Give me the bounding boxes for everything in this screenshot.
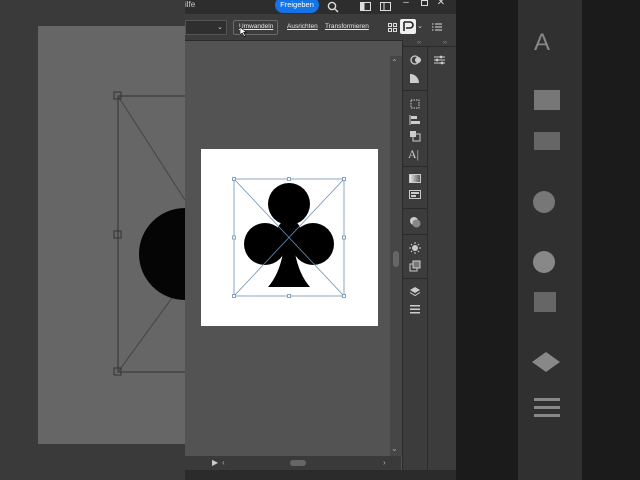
hscroll-thumb[interactable] [290,460,306,466]
artwork-svg [201,149,378,326]
blurred-right-backdrop: A [456,0,640,480]
chevron-down-icon[interactable]: ⌄ [417,22,423,32]
image-trace-icon[interactable] [409,190,421,200]
panel-toggle-icon[interactable] [380,2,391,11]
blurred-panel-right: A [518,0,582,480]
asset-export-icon[interactable] [409,260,421,272]
cursor-pointer-icon [240,27,248,37]
appearance-icon[interactable] [409,54,423,66]
stack-icon[interactable] [409,304,421,314]
scroll-left-icon[interactable]: ‹ [222,458,225,468]
brightness-icon[interactable] [409,242,421,254]
style-dropdown[interactable]: ⌄ [185,20,227,35]
list-menu-icon[interactable] [432,23,442,31]
share-button[interactable]: Freigeben [275,0,319,13]
scroll-down-icon[interactable]: ⌄ [391,444,398,454]
gradient-icon[interactable] [409,174,421,184]
scroll-thumb[interactable] [393,251,399,267]
transform-button[interactable]: Transformieren [325,23,369,30]
document-canvas[interactable] [185,56,401,456]
paragraph-icon [403,21,414,31]
align-icon[interactable] [409,114,421,126]
illustrator-window: ilfe Freigeben – ✕ ⌄ Umwandeln Ausrichte… [185,0,456,480]
svg-text:A: A [534,29,550,56]
minimize-icon[interactable]: – [401,0,411,8]
pathfinder-icon[interactable] [409,130,421,142]
properties-icon[interactable] [433,54,447,66]
transform-icon[interactable] [409,98,421,110]
panel-divider [427,47,428,470]
isolate-icon[interactable] [388,23,397,32]
vertical-scrollbar[interactable]: ⌃ ⌄ [390,56,402,456]
blurred-left-backdrop [0,0,231,480]
horizontal-scrollbar[interactable]: ▶ ‹ › [185,456,401,470]
color-guide-icon[interactable] [409,72,421,84]
workspace-icon[interactable] [360,2,371,11]
close-icon[interactable]: ✕ [436,0,446,8]
align-button[interactable]: Ausrichten [287,23,318,30]
chevron-down-icon: ⌄ [217,24,223,31]
play-icon[interactable]: ▶ [212,458,218,468]
scroll-up-icon[interactable]: ⌃ [391,58,398,68]
paragraph-button[interactable] [400,19,416,34]
control-bar: ⌄ Umwandeln Ausrichten Transformieren ⌄ [185,14,456,41]
status-strip [185,470,456,480]
maximize-icon[interactable] [421,0,429,7]
layers-icon[interactable] [409,286,421,298]
blurred-artboard-left [38,26,231,444]
title-bar: ilfe Freigeben – ✕ [185,0,456,14]
panel-dock: ‹‹ ›› A| [402,40,456,470]
menu-fragment[interactable]: ilfe [185,0,195,9]
transparency-icon[interactable] [409,216,421,228]
character-icon[interactable]: A| [408,147,419,162]
search-icon[interactable] [327,1,339,13]
scroll-right-icon[interactable]: › [383,458,386,468]
